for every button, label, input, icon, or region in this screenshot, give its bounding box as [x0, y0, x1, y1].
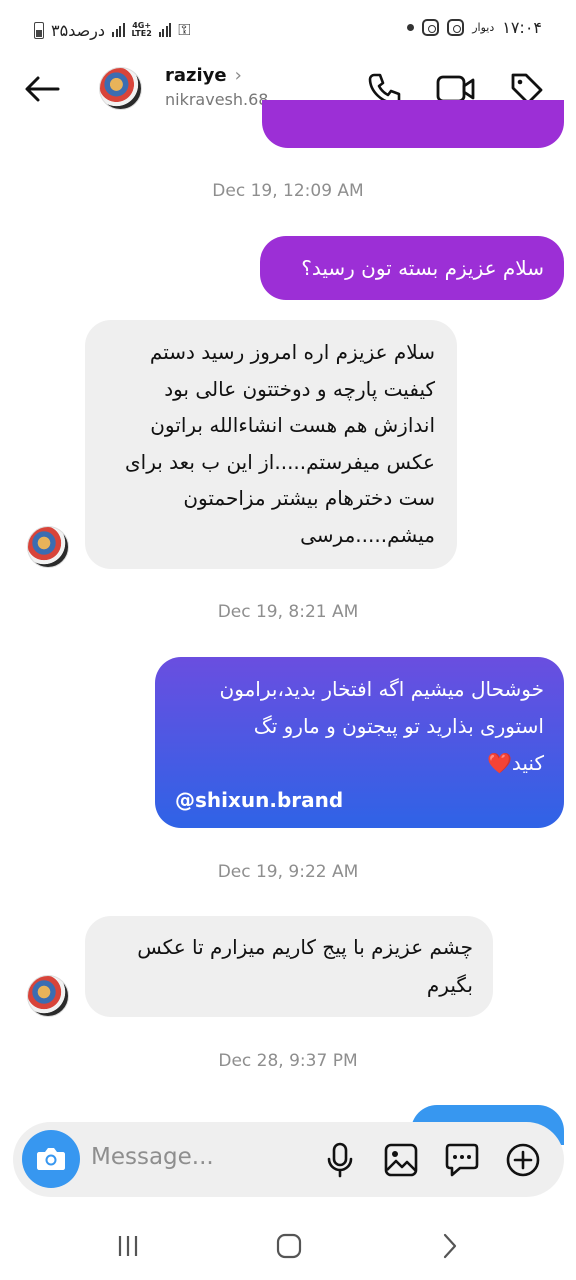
status-right: دیوار ۱۷:۰۴: [407, 18, 542, 37]
back-nav-button[interactable]: [430, 1228, 470, 1264]
contact-name: raziye: [165, 65, 227, 86]
sticker-button[interactable]: [442, 1140, 482, 1180]
message-line: عکس میفرستم.....از این ب بعد برای: [125, 449, 435, 474]
signal-icon-2: [158, 23, 172, 37]
camera-icon: [37, 1148, 65, 1170]
message-bubble-outgoing-partial[interactable]: [262, 100, 564, 148]
message-text: سلام عزیزم بسته تون رسید؟: [301, 256, 544, 280]
battery-text: ۳۵درصد: [51, 20, 106, 40]
timestamp: Dec 28, 9:37 PM: [218, 1051, 358, 1071]
carrier-label: دیوار: [472, 21, 495, 34]
back-nav-icon: [443, 1233, 457, 1259]
message-line: کیفیت پارچه و دوختتون عالی بود: [164, 376, 435, 401]
home-button[interactable]: [269, 1228, 309, 1264]
message-line: خوشحال میشیم اگه افتخار بدید،برامون: [219, 677, 544, 701]
message-line: اندازش هم هست انشاءالله براتون: [150, 413, 435, 437]
battery-icon: [34, 21, 44, 39]
gallery-icon: [384, 1143, 418, 1177]
message-line: استوری بذارید تو پیجتون و مارو تگ: [253, 714, 544, 738]
home-icon: [276, 1233, 302, 1259]
chevron-right-icon: ›: [234, 65, 242, 86]
message-line: میشم.....مرسی: [300, 522, 435, 547]
brand-mention-link[interactable]: @shixun.brand: [175, 782, 544, 819]
message-line: سلام عزیزم اره امروز رسید دستم: [149, 340, 435, 364]
clock: ۱۷:۰۴: [502, 18, 542, 37]
sender-avatar[interactable]: [27, 526, 69, 568]
back-arrow-icon: [25, 76, 60, 102]
contact-info[interactable]: raziye › nikravesh.68: [165, 65, 268, 109]
status-left: ۳۵درصد 4G+ LTE2 ⚿: [34, 20, 190, 40]
message-line: ست دخترهام بیشتر مزاحمتون: [183, 486, 435, 510]
message-bubble-incoming[interactable]: سلام عزیزم اره امروز رسید دستم کیفیت پار…: [85, 320, 457, 569]
more-options-button[interactable]: [503, 1140, 543, 1180]
message-input[interactable]: Message...: [91, 1144, 214, 1170]
message-bubble-outgoing[interactable]: خوشحال میشیم اگه افتخار بدید،برامون استو…: [155, 657, 564, 828]
message-line: چشم عزیزم با پیج کاریم میزارم تا عکس: [137, 935, 473, 959]
microphone-icon: [327, 1142, 353, 1178]
key-icon: ⚿: [178, 20, 191, 39]
timestamp: Dec 19, 8:21 AM: [217, 602, 359, 622]
plus-icon: [506, 1143, 540, 1177]
message-bubble-incoming[interactable]: چشم عزیزم با پیج کاریم میزارم تا عکس بگی…: [85, 916, 493, 1017]
notification-dot-icon: [407, 24, 415, 31]
instagram-notification-icon-2: [447, 19, 465, 36]
network-type: 4G+ LTE2: [131, 21, 152, 38]
camera-button[interactable]: [22, 1130, 80, 1188]
contact-username: nikravesh.68: [165, 90, 269, 109]
message-line: کنید❤️: [487, 751, 544, 775]
status-bar: ۳۵درصد 4G+ LTE2 ⚿ دیوار ۱۷:۰۴: [0, 0, 576, 60]
instagram-notification-icon: [422, 19, 440, 36]
sender-avatar[interactable]: [27, 975, 69, 1017]
voice-message-button[interactable]: [320, 1140, 360, 1180]
signal-icon: [112, 23, 125, 37]
timestamp: Dec 19, 9:22 AM: [217, 862, 359, 882]
message-line: بگیرم: [426, 973, 473, 997]
avatar[interactable]: [99, 67, 142, 110]
back-button[interactable]: [22, 69, 62, 109]
recents-button[interactable]: [108, 1228, 148, 1264]
sticker-icon: [445, 1143, 479, 1177]
timestamp: Dec 19, 12:09 AM: [212, 181, 364, 201]
system-navigation-bar: [0, 1210, 576, 1280]
message-composer: Message...: [13, 1122, 564, 1197]
gallery-button[interactable]: [381, 1140, 421, 1180]
recents-icon: [118, 1236, 138, 1256]
message-bubble-outgoing[interactable]: سلام عزیزم بسته تون رسید؟: [260, 236, 564, 300]
